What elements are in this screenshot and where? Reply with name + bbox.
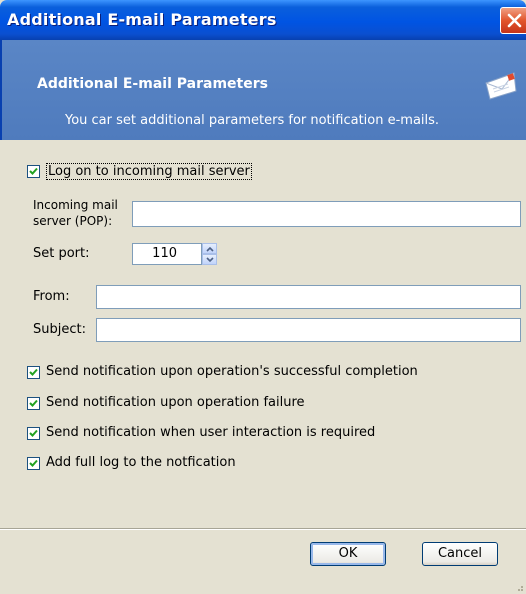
ok-button[interactable]: OK — [310, 542, 386, 566]
resize-grip-icon[interactable] — [514, 582, 524, 592]
checkmark-icon — [29, 399, 38, 407]
mail-icon — [485, 72, 517, 100]
divider — [0, 528, 526, 530]
title-bar[interactable]: Additional E-mail Parameters — [0, 0, 526, 40]
port-value: 110 — [152, 246, 177, 261]
notify-success-checkbox[interactable] — [27, 366, 40, 379]
subject-label: Subject: — [33, 322, 86, 337]
cancel-button[interactable]: Cancel — [422, 542, 498, 566]
incoming-server-input[interactable] — [132, 201, 521, 227]
checkmark-icon — [29, 368, 38, 376]
header-subtitle: You car set additional parameters for no… — [65, 113, 440, 128]
notify-success-label[interactable]: Send notification upon operation's succe… — [46, 364, 418, 379]
spin-down-button[interactable] — [202, 254, 217, 265]
notify-failure-checkbox[interactable] — [27, 397, 40, 410]
notify-interaction-label[interactable]: Send notification when user interaction … — [46, 425, 375, 440]
close-button[interactable] — [500, 7, 526, 34]
notify-failure-label[interactable]: Send notification upon operation failure — [46, 395, 305, 410]
checkmark-icon — [29, 429, 38, 437]
full-log-label[interactable]: Add full log to the notfication — [46, 455, 236, 470]
from-input[interactable] — [96, 285, 521, 309]
close-icon — [507, 13, 522, 28]
incoming-label-line1: Incoming mail — [33, 198, 118, 212]
incoming-label-line2: server (POP): — [33, 214, 113, 228]
subject-input[interactable] — [96, 318, 521, 342]
port-label: Set port: — [33, 246, 90, 261]
full-log-checkbox[interactable] — [27, 457, 40, 470]
logon-checkbox[interactable] — [27, 165, 40, 178]
chevron-up-icon — [206, 246, 214, 252]
checkmark-icon — [29, 167, 38, 175]
header-title: Additional E-mail Parameters — [37, 76, 268, 92]
window-title: Additional E-mail Parameters — [7, 10, 277, 29]
chevron-down-icon — [206, 257, 214, 263]
checkmark-icon — [29, 459, 38, 467]
port-input[interactable]: 110 — [132, 243, 202, 265]
from-label: From: — [33, 289, 70, 304]
logon-label[interactable]: Log on to incoming mail server — [46, 163, 252, 180]
notify-interaction-checkbox[interactable] — [27, 427, 40, 440]
port-spinner[interactable] — [202, 243, 217, 265]
dialog-window: Additional E-mail Parameters Additional … — [0, 0, 526, 594]
spin-up-button[interactable] — [202, 243, 217, 254]
